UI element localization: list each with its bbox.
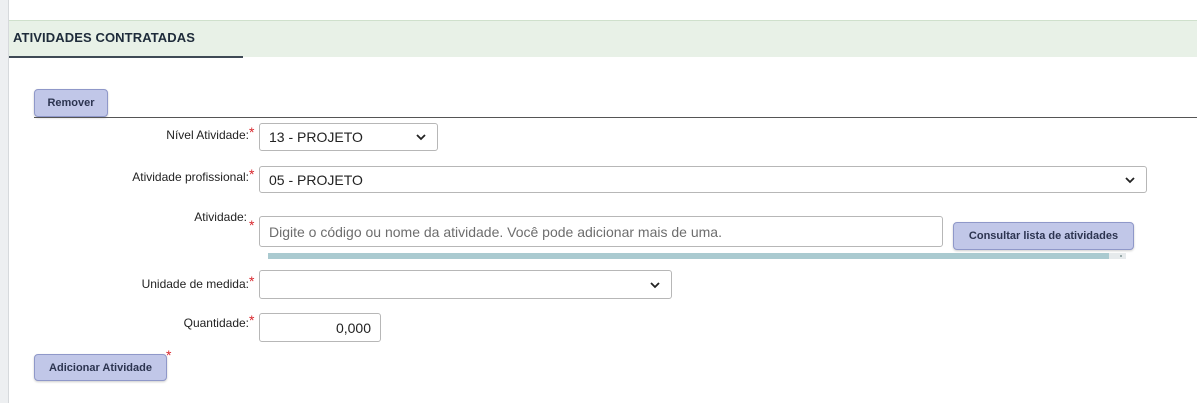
divider [34,117,1197,118]
add-activity-label: Adicionar Atividade [49,361,152,374]
required-mark: * [249,273,255,289]
remove-button[interactable]: Remover [34,89,108,117]
activities-panel: ATIVIDADES CONTRATADAS Remover Nível Ati… [8,0,1197,403]
progress-end-dot [1120,255,1122,257]
chevron-down-icon [416,134,426,141]
profissional-select-value: 05 - PROJETO [269,171,363,188]
section-title-underline [9,56,243,58]
add-activity-button[interactable]: Adicionar Atividade [34,354,167,381]
atividade-input[interactable]: Digite o código ou nome da atividade. Vo… [259,216,943,247]
nivel-select-value: 13 - PROJETO [269,129,363,145]
required-mark: * [166,347,172,363]
required-mark: * [249,166,255,182]
required-mark: * [249,312,255,328]
chevron-down-icon [650,281,660,288]
quantidade-input-value: 0,000 [335,319,371,336]
profissional-select[interactable]: 05 - PROJETO [259,166,1147,193]
quantidade-label: Quantidade: [183,316,249,330]
required-mark: * [249,124,255,140]
required-mark: * [249,217,255,233]
section-title: ATIVIDADES CONTRATADAS [13,30,196,45]
progress-fill [268,253,1109,259]
unidade-select[interactable] [259,270,672,299]
progress-track [268,253,1126,259]
section-header: ATIVIDADES CONTRATADAS [9,20,1197,58]
chevron-down-icon [1125,176,1135,183]
atividade-label: Atividade: [194,210,247,224]
profissional-label: Atividade profissional: [132,170,249,184]
nivel-label: Nível Atividade: [166,128,249,142]
consult-activities-button[interactable]: Consultar lista de atividades [953,222,1134,250]
unidade-label: Unidade de medida: [141,277,249,291]
quantidade-input[interactable]: 0,000 [259,313,381,342]
nivel-select[interactable]: 13 - PROJETO [259,123,438,151]
atividade-input-placeholder: Digite o código ou nome da atividade. Vo… [269,223,722,240]
